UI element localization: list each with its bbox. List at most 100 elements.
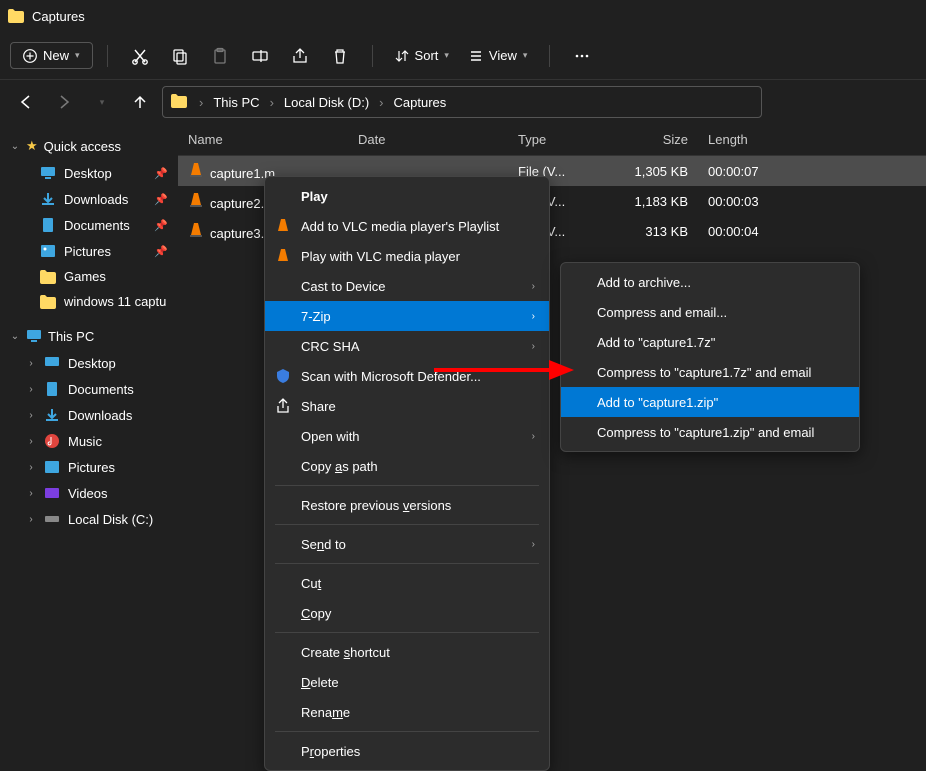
ctx-7zip[interactable]: 7-Zip› [265,301,549,331]
sidebar-item-label: Pictures [68,460,115,475]
documents-icon [44,381,60,397]
ctx-rename[interactable]: Rename [265,697,549,727]
folder-icon [40,270,56,284]
pin-icon: 📌 [154,245,168,258]
chevron-right-icon: › [26,436,36,447]
chevron-right-icon[interactable]: › [195,95,207,110]
sidebar-item-pictures[interactable]: ›Pictures [0,454,178,480]
view-button[interactable]: View ▾ [461,44,535,67]
sidebar-item-documents[interactable]: Documents📌 [0,212,178,238]
desktop-icon [44,355,60,371]
sidebar-item-music[interactable]: ›Music [0,428,178,454]
ctx-delete[interactable]: Delete [265,667,549,697]
sidebar-item-games[interactable]: Games [0,264,178,289]
ctx-copy[interactable]: Copy [265,598,549,628]
ctx-crc[interactable]: CRC SHA› [265,331,549,361]
downloads-icon [40,191,56,207]
vlc-icon [188,222,204,238]
up-button[interactable] [124,86,156,118]
music-icon [44,433,60,449]
breadcrumb-segment[interactable]: Captures [390,93,451,112]
downloads-icon [44,407,60,423]
sub-compress-zip-email[interactable]: Compress to "capture1.zip" and email [561,417,859,447]
pin-icon: 📌 [154,167,168,180]
cut-icon[interactable] [122,38,158,74]
chevron-right-icon: › [26,358,36,369]
chevron-right-icon: › [532,281,535,292]
sub-compress-email[interactable]: Compress and email... [561,297,859,327]
chevron-right-icon[interactable]: › [266,95,278,110]
vlc-icon [188,162,204,178]
disk-icon [44,511,60,527]
ctx-defender[interactable]: Scan with Microsoft Defender... [265,361,549,391]
ctx-share[interactable]: Share [265,391,549,421]
sort-button[interactable]: Sort ▾ [387,44,457,67]
sidebar-item-desktop[interactable]: › Desktop [0,350,178,376]
ctx-cut[interactable]: Cut [265,568,549,598]
sidebar-item-downloads[interactable]: ›Downloads [0,402,178,428]
ctx-play-vlc[interactable]: Play with VLC media player [265,241,549,271]
sidebar-item-documents[interactable]: › Documents [0,376,178,402]
sub-add-archive[interactable]: Add to archive... [561,267,859,297]
new-button[interactable]: New ▾ [10,42,93,69]
column-header-length[interactable]: Length [698,132,778,147]
chevron-right-icon: › [26,384,36,395]
pin-icon: 📌 [154,219,168,232]
ctx-add-vlc[interactable]: Add to VLC media player's Playlist [265,211,549,241]
column-header-name[interactable]: Name [178,132,348,147]
ctx-cast[interactable]: Cast to Device› [265,271,549,301]
back-button[interactable] [10,86,42,118]
sidebar: ⌄ ★ Quick access Desktop📌 Downloads📌 Doc… [0,124,178,630]
ctx-restore[interactable]: Restore previous versions [265,490,549,520]
sidebar-item-label: Videos [68,486,108,501]
sub-add-zip[interactable]: Add to "capture1.zip" [561,387,859,417]
new-label: New [43,48,69,63]
videos-icon [44,485,60,501]
separator [549,45,550,67]
ctx-send-to[interactable]: Send to› [265,529,549,559]
chevron-right-icon: › [532,431,535,442]
sidebar-item-localdisk-c[interactable]: ›Local Disk (C:) [0,506,178,532]
sidebar-item-label: Desktop [68,356,116,371]
view-label: View [489,48,517,63]
share-icon[interactable] [282,38,318,74]
sidebar-item-videos[interactable]: ›Videos [0,480,178,506]
ctx-copy-path[interactable]: Copy as path [265,451,549,481]
rename-icon[interactable] [242,38,278,74]
chevron-right-icon: › [532,341,535,352]
sub-add-7z[interactable]: Add to "capture1.7z" [561,327,859,357]
sidebar-item-downloads[interactable]: Downloads📌 [0,186,178,212]
ctx-shortcut[interactable]: Create shortcut [265,637,549,667]
toolbar: New ▾ Sort ▾ View ▾ [0,32,926,80]
copy-icon[interactable] [162,38,198,74]
pictures-icon [40,243,56,259]
shield-icon [275,368,291,384]
sidebar-item-label: Pictures [64,244,111,259]
file-size: 1,305 KB [618,164,698,179]
ctx-play[interactable]: Play [265,181,549,211]
sidebar-item-pictures[interactable]: Pictures 📌 [0,238,178,264]
window-title: Captures [32,9,85,24]
sidebar-item-label: Downloads [68,408,132,423]
sub-compress-7z-email[interactable]: Compress to "capture1.7z" and email [561,357,859,387]
column-header-type[interactable]: Type [508,132,618,147]
sidebar-item-desktop[interactable]: Desktop📌 [0,160,178,186]
file-length: 00:00:07 [698,164,778,179]
sidebar-quick-access[interactable]: ⌄ ★ Quick access [0,132,178,160]
breadcrumb-segment[interactable]: This PC [209,93,263,112]
sidebar-this-pc[interactable]: ⌄ This PC [0,322,178,350]
sidebar-item-win11[interactable]: windows 11 captu [0,289,178,314]
breadcrumb-segment[interactable]: Local Disk (D:) [280,93,373,112]
delete-icon[interactable] [322,38,358,74]
forward-button [48,86,80,118]
sidebar-item-label: windows 11 captu [64,294,166,309]
chevron-right-icon[interactable]: › [375,95,387,110]
chevron-right-icon: › [532,539,535,550]
column-header-date[interactable]: Date [348,132,508,147]
breadcrumb[interactable]: › This PC › Local Disk (D:) › Captures [162,86,762,118]
column-header-size[interactable]: Size [618,132,698,147]
ctx-properties[interactable]: Properties [265,736,549,766]
sidebar-item-label: Documents [68,382,134,397]
more-icon[interactable] [564,38,600,74]
ctx-open-with[interactable]: Open with› [265,421,549,451]
